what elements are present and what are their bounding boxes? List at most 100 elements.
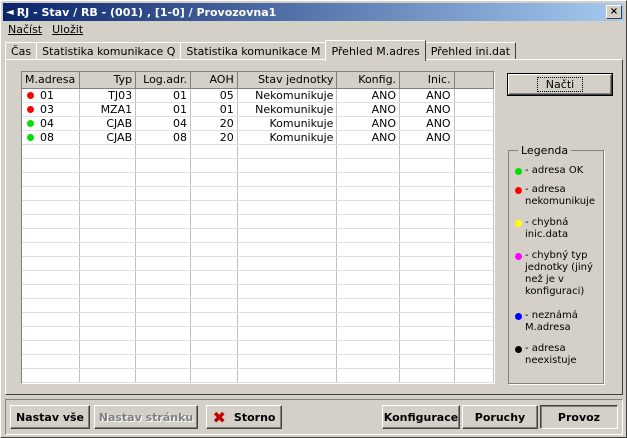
cell-text: ANO: [371, 102, 397, 116]
menu-nacist[interactable]: Načíst: [3, 23, 47, 36]
window-title: RJ - Stav / RB - (001) , [1-0] / Provozo…: [16, 5, 277, 19]
cell-text: ANO: [371, 116, 397, 130]
table-cell: [399, 326, 455, 341]
tab-prehled-madres[interactable]: Přehled M.adres: [325, 40, 426, 61]
config-label: Konfigurace: [383, 410, 459, 424]
table-cell: [399, 214, 455, 229]
table-cell: [399, 340, 455, 355]
col-header-aoh[interactable]: AOH: [190, 72, 238, 89]
cell-text: CJAB: [106, 130, 133, 144]
table-cell: [79, 256, 137, 271]
table-row[interactable]: 01 TJ03 01 05 Nekomunikuje ANO ANO: [22, 88, 494, 103]
table-row[interactable]: 03 MZA1 01 01 Nekomunikuje ANO ANO: [22, 102, 494, 117]
table-cell: [190, 256, 238, 271]
table-cell: [336, 158, 401, 173]
cell-text: 04: [40, 116, 54, 130]
legend-text: - adresa neexistuje: [525, 343, 577, 366]
table-row-empty: [22, 242, 494, 257]
operation-button[interactable]: Provoz: [540, 405, 618, 429]
table-row[interactable]: 04 CJAB 04 20 Komunikuje ANO ANO: [22, 116, 494, 131]
table-cell: [22, 186, 81, 201]
menu-ulozit[interactable]: Uložit: [47, 23, 88, 36]
table-cell: TJ03: [79, 88, 137, 103]
col-header-stav[interactable]: Stav jednotky: [237, 72, 338, 89]
x-icon: ✖: [212, 407, 226, 427]
table-cell: [336, 270, 401, 285]
cell-text: 20: [219, 130, 234, 144]
cell-text: MZA1: [100, 102, 133, 116]
table-row-empty: [22, 172, 494, 187]
table-cell: [190, 354, 238, 369]
legend-item: - chybný typ jednotky (jiný než je v kon…: [515, 250, 603, 298]
set-page-button[interactable]: Nastav stránku: [94, 405, 198, 429]
title-bar[interactable]: ◄ RJ - Stav / RB - (001) , [1-0] / Provo…: [3, 3, 624, 21]
table-cell: [190, 242, 238, 257]
table-cell: 01: [135, 88, 192, 103]
table-cell: [454, 284, 494, 299]
table-cell: [454, 228, 494, 243]
table-cell: [399, 186, 455, 201]
legend-item: - adresa OK: [515, 165, 603, 177]
cell-text: 01: [173, 102, 188, 116]
table-cell: [135, 200, 192, 215]
col-header-inic[interactable]: Inic.: [399, 72, 455, 89]
table-cell: [237, 368, 338, 383]
table-cell: [399, 200, 455, 215]
cell-text: 01: [40, 88, 54, 102]
cell-text: 04: [173, 116, 188, 130]
table-cell-filler: [454, 88, 494, 103]
tab-prehled-inidat[interactable]: Přehled ini.dat: [424, 42, 517, 60]
table-cell: [237, 172, 338, 187]
tab-statistika-q[interactable]: Statistika komunikace Q: [36, 42, 182, 60]
table-cell: CJAB: [79, 130, 137, 145]
col-header-logadr[interactable]: Log.adr.: [135, 72, 192, 89]
tab-statistika-m[interactable]: Statistika komunikace M: [180, 42, 327, 60]
table-cell: [336, 354, 401, 369]
col-header-konfig[interactable]: Konfig.: [336, 72, 401, 89]
table-cell: [336, 368, 401, 383]
table-cell: [336, 242, 401, 257]
table-cell: [454, 144, 494, 159]
table-cell: ANO: [336, 88, 401, 103]
faults-button[interactable]: Poruchy: [462, 405, 538, 429]
table-cell: [454, 312, 494, 327]
table-cell: [135, 340, 192, 355]
config-button[interactable]: Konfigurace: [382, 405, 460, 429]
table-cell: [237, 326, 338, 341]
table-cell: [399, 242, 455, 257]
table-cell: [79, 228, 137, 243]
table-cell: [79, 242, 137, 257]
tab-cas[interactable]: Čas: [5, 42, 38, 60]
address-table: M.adresa Typ Log.adr. AOH Stav jednotky …: [22, 72, 494, 383]
status-dot-icon: [27, 106, 34, 113]
set-all-button[interactable]: Nastav vše: [10, 405, 90, 429]
table-cell: [135, 242, 192, 257]
set-all-label: Nastav vše: [15, 410, 85, 424]
cell-text: ANO: [426, 130, 451, 144]
status-dot-icon: [27, 92, 34, 99]
legend-text: - chybný typ jednotky (jiný než je v kon…: [525, 250, 593, 297]
col-header-typ[interactable]: Typ: [79, 72, 137, 89]
table-cell: [135, 368, 192, 383]
table-row-empty: [22, 158, 494, 173]
table-cell: [454, 298, 494, 313]
table-row[interactable]: 08 CJAB 08 20 Komunikuje ANO ANO: [22, 130, 494, 145]
table-cell-filler: [454, 116, 494, 131]
address-grid[interactable]: M.adresa Typ Log.adr. AOH Stav jednotky …: [21, 71, 495, 384]
table-cell: [22, 228, 81, 243]
col-header-madresa[interactable]: M.adresa: [22, 72, 81, 89]
table-cell: [399, 228, 455, 243]
cancel-button[interactable]: ✖ Storno: [206, 405, 282, 429]
load-button[interactable]: Načti: [507, 73, 613, 96]
close-button[interactable]: ×: [606, 5, 622, 19]
col-header-filler: [454, 72, 494, 89]
table-cell: [22, 242, 81, 257]
table-cell: [135, 186, 192, 201]
table-cell: [454, 368, 494, 383]
table-cell: [399, 284, 455, 299]
table-header: M.adresa Typ Log.adr. AOH Stav jednotky …: [22, 72, 494, 89]
legend-item: - chybná inic.data: [515, 217, 603, 241]
cell-text: CJAB: [106, 116, 133, 130]
table-cell: 04: [135, 116, 192, 131]
legend-dot-icon: [515, 168, 522, 175]
